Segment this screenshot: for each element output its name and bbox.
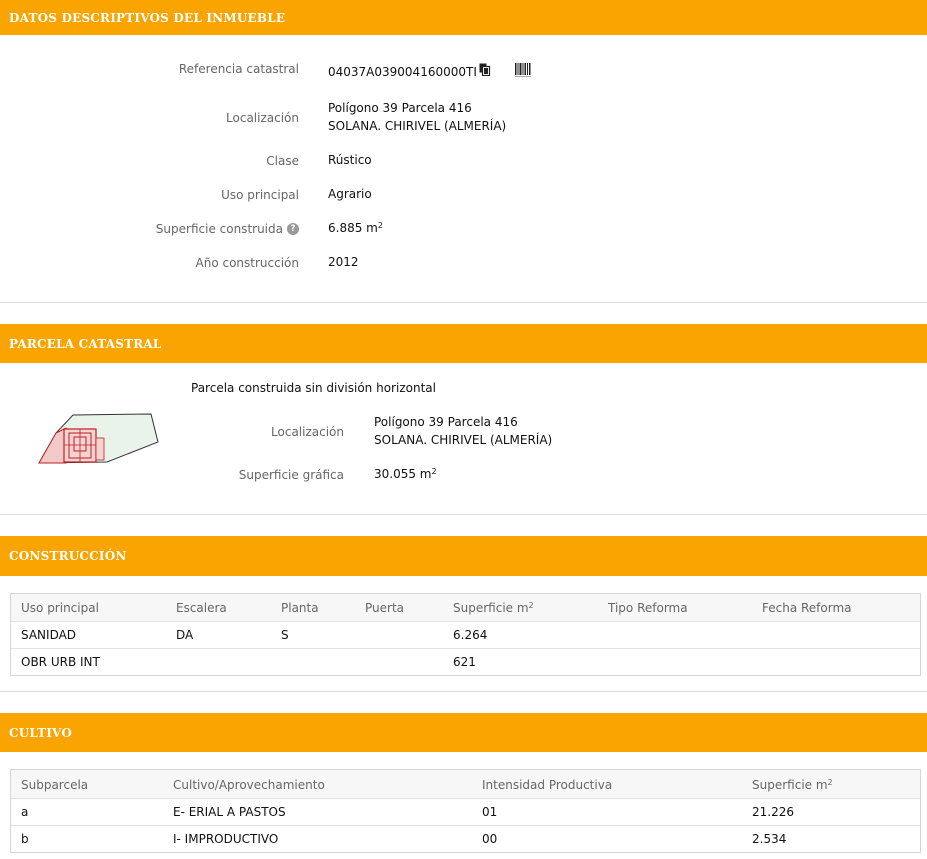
localizacion-line1: Polígono 39 Parcela 416 — [328, 101, 472, 115]
localizacion-line2: SOLANA. CHIRIVEL (ALMERÍA) — [328, 119, 507, 133]
superficie-grafica-value: 30.055 m2 — [374, 465, 437, 483]
superficie-grafica-sup: 2 — [431, 467, 437, 476]
cultivo-cell-subparcela: a — [21, 805, 29, 819]
cultivo-header-superficie-sup: 2 — [827, 778, 833, 787]
section-title-parcela: PARCELA CATASTRAL — [9, 336, 162, 351]
construccion-header-superficie-text: Superficie m — [453, 601, 529, 615]
section-header-cultivo: CULTIVO — [0, 713, 927, 752]
anio-construccion-label: Año construcción — [195, 256, 300, 270]
construccion-cell-uso: OBR URB INT — [21, 655, 100, 669]
construccion-header-puerta: Puerta — [365, 601, 405, 615]
parcel-map-thumbnail[interactable] — [36, 408, 162, 469]
uso-principal-label: Uso principal — [221, 188, 299, 202]
superficie-grafica-label: Superficie gráfica — [238, 468, 344, 482]
anio-construccion-value: 2012 — [328, 255, 359, 269]
cultivo-cell-cultivo: I- IMPRODUCTIVO — [173, 832, 279, 846]
cultivo-header-subparcela: Subparcela — [21, 778, 89, 792]
clase-value: Rústico — [328, 153, 372, 167]
table-row: b I- IMPRODUCTIVO 00 2.534 — [11, 825, 920, 852]
section-header-datos: DATOS DESCRIPTIVOS DEL INMUEBLE — [0, 0, 927, 35]
parcela-localizacion-label: Localización — [271, 425, 344, 439]
construccion-cell-planta: S — [281, 628, 289, 642]
cultivo-table: Subparcela Cultivo/Aprovechamiento Inten… — [10, 769, 921, 853]
superficie-construida-label: Superficie construida? — [156, 222, 299, 236]
construccion-cell-uso: SANIDAD — [21, 628, 77, 642]
construccion-header-superficie-sup: 2 — [528, 601, 534, 610]
separator-3 — [0, 691, 927, 692]
section-title-datos: DATOS DESCRIPTIVOS DEL INMUEBLE — [9, 10, 286, 25]
parcela-tipo: Parcela construida sin división horizont… — [191, 381, 436, 395]
table-row: a E- ERIAL A PASTOS 01 21.226 — [11, 798, 920, 825]
construccion-table: Uso principal Escalera Planta Puerta Sup… — [10, 593, 921, 676]
parcela-localizacion-line2: SOLANA. CHIRIVEL (ALMERÍA) — [374, 433, 553, 447]
localizacion-label: Localización — [226, 111, 299, 125]
separator-1 — [0, 302, 927, 303]
construccion-header-row: Uso principal Escalera Planta Puerta Sup… — [11, 594, 920, 621]
cultivo-cell-intensidad: 00 — [482, 832, 498, 846]
info-icon[interactable]: ? — [287, 222, 299, 235]
clase-label: Clase — [266, 154, 299, 168]
construccion-header-superficie: Superficie m2 — [453, 601, 534, 615]
section-title-construccion: CONSTRUCCIÓN — [9, 549, 127, 563]
superficie-construida-text: Superficie construida — [155, 222, 283, 236]
construccion-cell-superficie: 621 — [453, 655, 476, 669]
cultivo-cell-intensidad: 01 — [482, 805, 498, 819]
construccion-cell-escalera: DA — [176, 628, 194, 642]
section-header-parcela: PARCELA CATASTRAL — [0, 324, 927, 363]
referencia-value-wrap: 04037A039004160000TI — [328, 63, 491, 82]
superficie-construida-number: 6.885 m — [328, 221, 378, 235]
construccion-header-uso: Uso principal — [21, 601, 99, 615]
superficie-construida-value: 6.885 m2 — [328, 219, 383, 237]
barcode-icon[interactable] — [515, 63, 531, 80]
table-row: SANIDAD DA S 6.264 — [11, 621, 920, 648]
localizacion-value: Polígono 39 Parcela 416 SOLANA. CHIRIVEL… — [328, 99, 506, 135]
uso-principal-value: Agrario — [328, 187, 372, 201]
construccion-header-planta: Planta — [281, 601, 319, 615]
cultivo-cell-superficie: 21.226 — [752, 805, 794, 819]
cultivo-header-intensidad: Intensidad Productiva — [482, 778, 613, 792]
section-header-construccion: CONSTRUCCIÓN — [0, 536, 927, 576]
construccion-header-tipo-reforma: Tipo Reforma — [608, 601, 688, 615]
cultivo-cell-cultivo: E- ERIAL A PASTOS — [173, 805, 286, 819]
construccion-cell-superficie: 6.264 — [453, 628, 488, 642]
cultivo-header-row: Subparcela Cultivo/Aprovechamiento Inten… — [11, 770, 920, 798]
cultivo-cell-superficie: 2.534 — [752, 832, 787, 846]
superficie-grafica-number: 30.055 m — [374, 467, 432, 481]
table-row: OBR URB INT 621 — [11, 648, 920, 675]
superficie-construida-sup: 2 — [377, 221, 383, 230]
separator-2 — [0, 514, 927, 515]
parcela-localizacion-value: Polígono 39 Parcela 416 SOLANA. CHIRIVEL… — [374, 413, 552, 449]
construccion-header-escalera: Escalera — [176, 601, 227, 615]
cultivo-header-superficie-text: Superficie m — [752, 778, 828, 792]
cultivo-header-superficie: Superficie m2 — [752, 778, 833, 792]
construccion-header-fecha-reforma: Fecha Reforma — [762, 601, 852, 615]
parcela-localizacion-line1: Polígono 39 Parcela 416 — [374, 415, 518, 429]
copy-icon[interactable] — [479, 63, 491, 81]
referencia-value: 04037A039004160000TI — [328, 65, 477, 79]
section-title-cultivo: CULTIVO — [9, 725, 72, 740]
cultivo-cell-subparcela: b — [21, 832, 29, 846]
cultivo-header-cultivo: Cultivo/Aprovechamiento — [173, 778, 325, 792]
referencia-label: Referencia catastral — [178, 62, 299, 76]
